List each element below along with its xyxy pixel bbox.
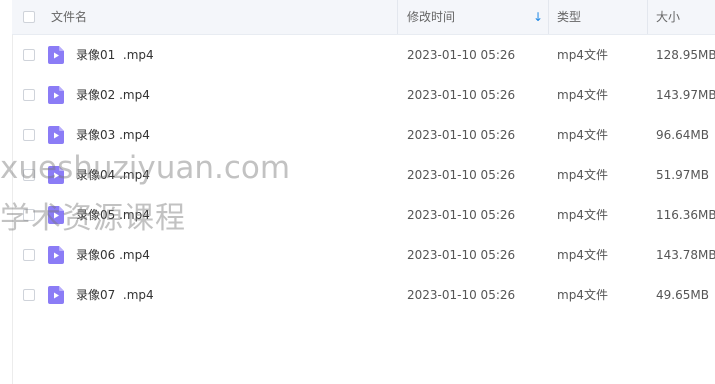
file-type: mp4文件 [557, 128, 608, 142]
file-browser: 文件名 修改时间 ↓ 类型 大小 录像01 .mp4 2023-01-10 05:… [0, 0, 715, 384]
file-modified-time: 2023-01-10 05:26 [407, 128, 516, 142]
video-file-icon [48, 246, 64, 264]
column-header-type[interactable]: 类型 [557, 0, 581, 34]
table-row[interactable]: 录像07 .mp4 2023-01-10 05:26 mp4文件 49.65MB [12, 275, 715, 315]
file-name[interactable]: 录像04 .mp4 [76, 155, 150, 195]
column-header-size[interactable]: 大小 [656, 0, 680, 34]
row-checkbox[interactable] [23, 249, 35, 261]
file-modified-time: 2023-01-10 05:26 [407, 288, 516, 302]
video-file-icon [48, 166, 64, 184]
column-header-modified[interactable]: 修改时间 [407, 0, 455, 34]
video-file-icon [48, 286, 64, 304]
file-size: 128.95MB [656, 48, 715, 62]
file-type: mp4文件 [557, 248, 608, 262]
file-name[interactable]: 录像01 .mp4 [76, 35, 154, 75]
table-row[interactable]: 录像04 .mp4 2023-01-10 05:26 mp4文件 51.97MB [12, 155, 715, 195]
row-checkbox[interactable] [23, 289, 35, 301]
file-modified-time: 2023-01-10 05:26 [407, 208, 516, 222]
row-checkbox[interactable] [23, 49, 35, 61]
file-type: mp4文件 [557, 88, 608, 102]
row-checkbox[interactable] [23, 169, 35, 181]
table-row[interactable]: 录像01 .mp4 2023-01-10 05:26 mp4文件 128.95MB [12, 35, 715, 75]
file-name[interactable]: 录像07 .mp4 [76, 275, 154, 315]
file-type: mp4文件 [557, 288, 608, 302]
video-file-icon [48, 206, 64, 224]
table-row[interactable]: 录像06 .mp4 2023-01-10 05:26 mp4文件 143.78MB [12, 235, 715, 275]
file-size: 116.36MB [656, 208, 715, 222]
video-file-icon [48, 126, 64, 144]
column-header-name[interactable]: 文件名 [51, 0, 87, 34]
table-header: 文件名 修改时间 ↓ 类型 大小 [12, 0, 715, 35]
table-row[interactable]: 录像05 .mp4 2023-01-10 05:26 mp4文件 116.36MB [12, 195, 715, 235]
file-size: 51.97MB [656, 168, 709, 182]
sort-descending-icon[interactable]: ↓ [533, 0, 543, 34]
file-size: 143.78MB [656, 248, 715, 262]
file-type: mp4文件 [557, 208, 608, 222]
column-separator [397, 0, 398, 34]
select-all-checkbox[interactable] [23, 11, 35, 23]
file-modified-time: 2023-01-10 05:26 [407, 88, 516, 102]
table-row[interactable]: 录像03 .mp4 2023-01-10 05:26 mp4文件 96.64MB [12, 115, 715, 155]
video-file-icon [48, 46, 64, 64]
file-name[interactable]: 录像05 .mp4 [76, 195, 150, 235]
file-type: mp4文件 [557, 48, 608, 62]
row-checkbox[interactable] [23, 129, 35, 141]
row-checkbox[interactable] [23, 209, 35, 221]
file-list: 录像01 .mp4 2023-01-10 05:26 mp4文件 128.95MB 录像… [12, 35, 715, 315]
file-size: 96.64MB [656, 128, 709, 142]
row-checkbox[interactable] [23, 89, 35, 101]
file-name[interactable]: 录像06 .mp4 [76, 235, 150, 275]
file-modified-time: 2023-01-10 05:26 [407, 168, 516, 182]
file-name[interactable]: 录像03 .mp4 [76, 115, 150, 155]
video-file-icon [48, 86, 64, 104]
file-modified-time: 2023-01-10 05:26 [407, 248, 516, 262]
column-separator [647, 0, 648, 34]
file-size: 49.65MB [656, 288, 709, 302]
file-type: mp4文件 [557, 168, 608, 182]
file-name[interactable]: 录像02 .mp4 [76, 75, 150, 115]
column-separator [548, 0, 549, 34]
file-size: 143.97MB [656, 88, 715, 102]
file-modified-time: 2023-01-10 05:26 [407, 48, 516, 62]
file-table: 文件名 修改时间 ↓ 类型 大小 录像01 .mp4 2023-01-10 05:… [12, 0, 715, 384]
table-row[interactable]: 录像02 .mp4 2023-01-10 05:26 mp4文件 143.97MB [12, 75, 715, 115]
